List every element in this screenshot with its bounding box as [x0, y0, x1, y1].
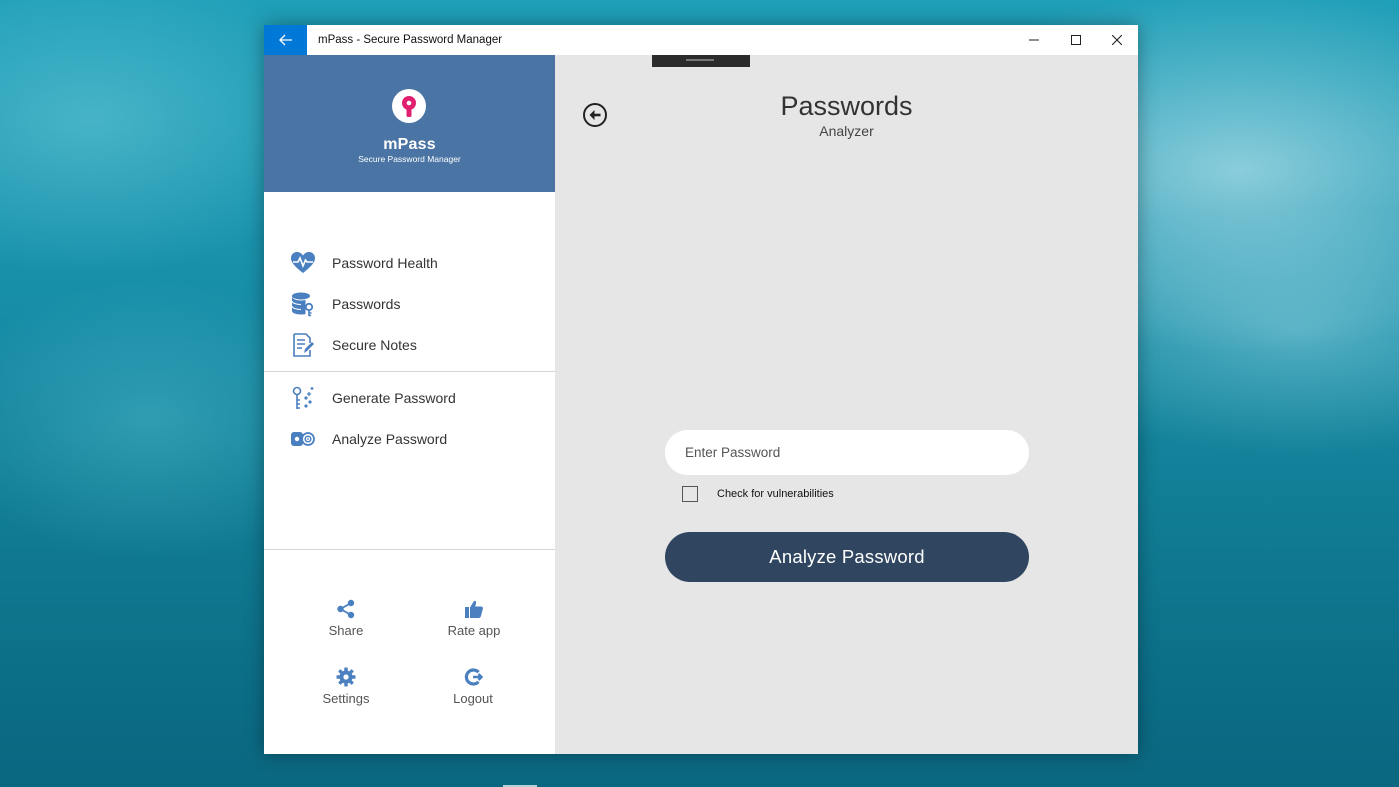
share-icon	[337, 599, 355, 619]
password-input[interactable]	[665, 430, 1029, 475]
analyze-key-icon	[290, 426, 316, 452]
vulnerability-checkbox-label: Check for vulnerabilities	[717, 488, 834, 500]
logout-label: Logout	[453, 691, 493, 706]
nav-label: Generate Password	[332, 390, 456, 406]
nav-label: Analyze Password	[332, 431, 448, 447]
note-pencil-icon	[290, 332, 316, 358]
gear-icon	[336, 667, 356, 687]
share-button[interactable]: Share	[301, 597, 391, 647]
nav-label: Passwords	[332, 296, 401, 312]
close-icon	[1112, 35, 1122, 45]
nav-label: Password Health	[332, 255, 438, 271]
rate-app-label: Rate app	[447, 623, 501, 638]
title-bar: mPass - Secure Password Manager	[264, 25, 1138, 55]
app-name: mPass	[383, 136, 436, 153]
share-label: Share	[328, 623, 364, 638]
settings-label: Settings	[322, 691, 370, 706]
nav-item-generate-password[interactable]: Generate Password	[264, 378, 555, 418]
rate-app-button[interactable]: Rate app	[429, 597, 519, 647]
settings-button[interactable]: Settings	[301, 665, 391, 715]
app-tagline: Secure Password Manager	[358, 154, 461, 164]
nav-item-secure-notes[interactable]: Secure Notes	[264, 325, 555, 365]
database-key-icon	[290, 291, 316, 317]
mpass-logo-icon	[392, 89, 426, 123]
generate-key-icon	[290, 385, 316, 411]
app-window: mPass - Secure Password Manager mPass Se…	[264, 25, 1138, 754]
close-button[interactable]	[1096, 25, 1138, 55]
vulnerability-check-row[interactable]: Check for vulnerabilities	[682, 485, 834, 503]
nav-item-passwords[interactable]: Passwords	[264, 284, 555, 324]
analyze-password-button[interactable]: Analyze Password	[665, 532, 1029, 582]
heart-pulse-icon	[290, 250, 316, 276]
drag-handle[interactable]	[652, 55, 750, 67]
sidebar: mPass Secure Password Manager Password H…	[264, 55, 555, 754]
nav-item-analyze-password[interactable]: Analyze Password	[264, 419, 555, 459]
title-back-button[interactable]	[264, 25, 307, 55]
maximize-button[interactable]	[1055, 25, 1097, 55]
maximize-icon	[1071, 35, 1081, 45]
nav-label: Secure Notes	[332, 337, 417, 353]
nav-divider	[264, 371, 555, 372]
minimize-icon	[1029, 39, 1039, 41]
page-title: Passwords	[780, 91, 913, 121]
window-title: mPass - Secure Password Manager	[318, 34, 503, 46]
minimize-button[interactable]	[1013, 25, 1055, 55]
logout-icon	[464, 668, 483, 686]
logout-button[interactable]: Logout	[428, 665, 518, 715]
arrow-left-icon	[278, 34, 292, 46]
vulnerability-checkbox[interactable]	[682, 486, 698, 502]
sidebar-header: mPass Secure Password Manager	[264, 55, 555, 192]
drag-handle-grip	[686, 59, 714, 61]
main-content: Passwords Analyzer Check for vulnerabili…	[555, 55, 1138, 754]
page-subtitle: Analyzer	[819, 123, 874, 139]
footer-divider	[264, 549, 555, 550]
nav-item-password-health[interactable]: Password Health	[264, 243, 555, 283]
thumbs-up-icon	[465, 600, 483, 618]
